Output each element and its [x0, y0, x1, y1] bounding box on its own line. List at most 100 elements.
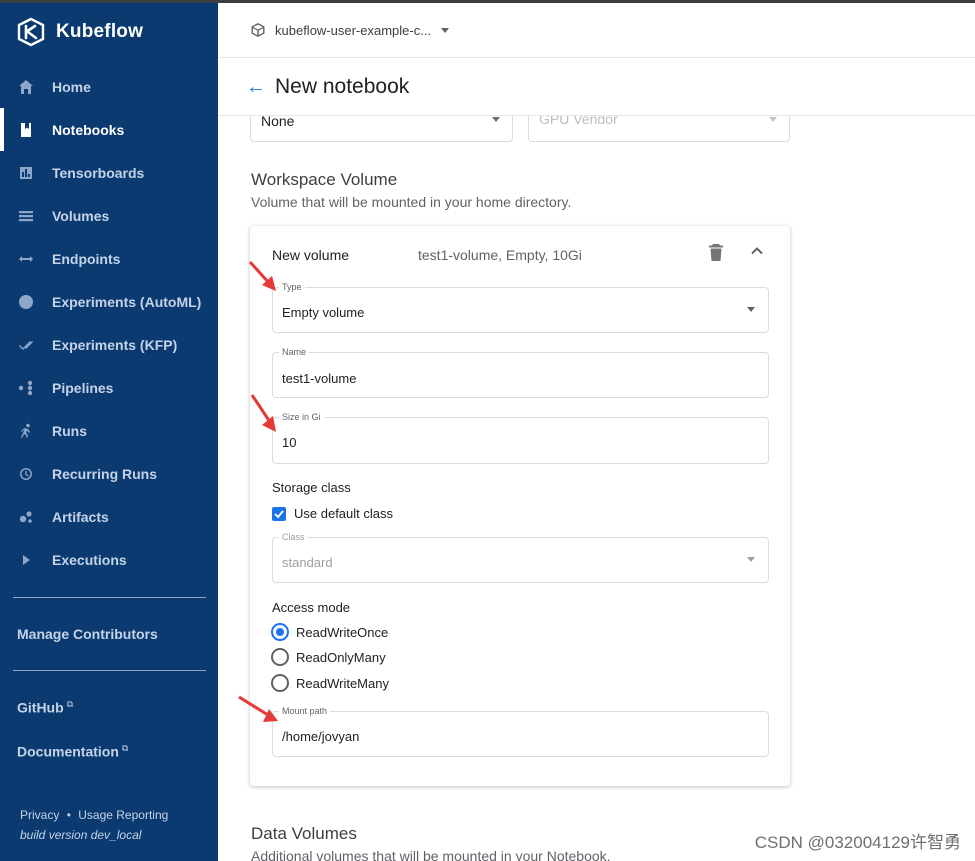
gpu-number-select[interactable]: None — [250, 116, 513, 142]
notebook-icon — [17, 121, 35, 139]
chevron-down-icon — [769, 117, 777, 122]
sidebar-item-volumes[interactable]: Volumes — [0, 194, 218, 237]
annotation-arrow-icon — [238, 695, 278, 722]
sidebar-item-label: Pipelines — [52, 379, 114, 396]
sidebar-item-label: Tensorboards — [52, 164, 145, 181]
sidebar-item-label: Experiments (KFP) — [52, 336, 178, 353]
annotation-arrow-icon — [248, 260, 276, 291]
volume-type-select[interactable]: Type Empty volume — [272, 282, 769, 333]
radio-unselected-icon — [271, 648, 289, 666]
cube-icon — [251, 23, 265, 37]
size-value: 10 — [282, 435, 297, 450]
watermark: CSDN @032004129许智勇 — [754, 833, 961, 852]
class-value: standard — [282, 555, 333, 570]
home-icon — [17, 78, 35, 96]
play-icon — [17, 551, 35, 569]
data-volumes-subtitle: Additional volumes that will be mounted … — [251, 848, 611, 861]
workspace-volume-subtitle: Volume that will be mounted in your home… — [251, 194, 572, 210]
sidebar-item-pipelines[interactable]: Pipelines — [0, 366, 218, 409]
sidebar-item-recurring-runs[interactable]: Recurring Runs — [0, 452, 218, 495]
brand[interactable]: Kubeflow — [16, 17, 143, 47]
radio-unselected-icon — [271, 674, 289, 692]
sidebar-item-label: Executions — [52, 551, 127, 568]
mount-path-input[interactable]: Mount path /home/jovyan — [272, 706, 769, 757]
type-value: Empty volume — [282, 305, 365, 320]
sidebar-item-runs[interactable]: Runs — [0, 409, 218, 452]
class-label: Class — [279, 532, 308, 542]
volume-name-input[interactable]: Name test1-volume — [272, 347, 769, 398]
checkmark-icon — [272, 506, 286, 521]
sidebar: Kubeflow Home Notebooks Tensorboards Vol… — [0, 3, 218, 861]
sidebar-item-experiments-automl[interactable]: Experiments (AutoML) — [0, 280, 218, 323]
sidebar-divider — [13, 597, 206, 598]
gpu-vendor-select[interactable]: GPU Vendor — [528, 116, 790, 142]
list-icon — [17, 207, 35, 225]
access-mode-radio-readonlymany[interactable]: ReadOnlyMany — [271, 648, 386, 666]
sidebar-item-experiments-kfp[interactable]: Experiments (KFP) — [0, 323, 218, 366]
data-volumes-title: Data Volumes — [251, 824, 357, 843]
chevron-down-icon — [441, 27, 450, 33]
sidebar-item-label: Notebooks — [52, 121, 125, 138]
access-mode-option: ReadWriteOnce — [296, 624, 389, 640]
footer-dot: • — [66, 808, 71, 822]
namespace-name: kubeflow-user-example-c... — [275, 22, 432, 38]
sidebar-item-label: Recurring Runs — [52, 465, 158, 482]
check-icon — [17, 336, 35, 354]
name-label: Name — [279, 347, 310, 357]
trash-icon[interactable] — [708, 243, 724, 262]
size-label: Size in Gi — [279, 412, 324, 422]
github-link[interactable]: GitHub ⧉ — [17, 699, 73, 716]
documentation-link[interactable]: Documentation ⧉ — [17, 743, 128, 760]
sidebar-item-label: Volumes — [52, 207, 110, 224]
access-mode-option: ReadOnlyMany — [296, 649, 386, 665]
sidebar-nav: Home Notebooks Tensorboards Volumes Endp… — [0, 65, 218, 581]
annotation-arrow-icon — [250, 394, 276, 432]
workspace-volume-card: New volume test1-volume, Empty, 10Gi Typ… — [250, 226, 790, 786]
chart-icon — [17, 164, 35, 182]
build-version: build version dev_local — [20, 828, 142, 842]
bubbles-icon — [17, 508, 35, 526]
gpu-vendor-placeholder: GPU Vendor — [539, 116, 618, 127]
external-link-icon: ⧉ — [121, 743, 129, 753]
volume-size-input[interactable]: Size in Gi 10 — [272, 412, 769, 464]
pipeline-icon — [17, 379, 35, 397]
chevron-down-icon — [492, 117, 500, 122]
clock-icon — [17, 465, 35, 483]
sidebar-item-artifacts[interactable]: Artifacts — [0, 495, 218, 538]
sidebar-item-home[interactable]: Home — [0, 65, 218, 108]
chevron-down-icon — [747, 557, 755, 562]
page-header: ← New notebook — [218, 59, 975, 116]
storage-class-select: Class standard — [272, 532, 769, 583]
documentation-label: Documentation — [17, 743, 119, 760]
volume-name-heading[interactable]: New volume — [272, 247, 349, 263]
brand-name: Kubeflow — [56, 21, 144, 42]
access-mode-radio-readwritemany[interactable]: ReadWriteMany — [271, 674, 389, 692]
sidebar-item-executions[interactable]: Executions — [0, 538, 218, 581]
radio-selected-icon — [271, 623, 289, 641]
volume-summary: test1-volume, Empty, 10Gi — [418, 247, 582, 263]
kubeflow-logo-icon — [17, 17, 45, 47]
sidebar-item-notebooks[interactable]: Notebooks — [0, 108, 218, 151]
sidebar-item-tensorboards[interactable]: Tensorboards — [0, 151, 218, 194]
namespace-selector[interactable]: kubeflow-user-example-c... — [218, 3, 975, 58]
use-default-class-label: Use default class — [294, 506, 393, 521]
use-default-class-checkbox[interactable]: Use default class — [272, 506, 393, 521]
sidebar-divider — [13, 670, 206, 671]
external-link-icon: ⧉ — [66, 699, 74, 709]
arrows-icon — [17, 250, 35, 268]
mount-path-label: Mount path — [279, 706, 331, 716]
sidebar-item-label: Endpoints — [52, 250, 121, 267]
type-label: Type — [279, 282, 305, 292]
manage-contributors-link[interactable]: Manage Contributors — [17, 626, 158, 642]
back-arrow-icon[interactable]: ← — [246, 76, 266, 99]
chevron-up-icon[interactable] — [750, 244, 764, 258]
chevron-down-icon — [747, 307, 755, 312]
access-mode-radio-readwriteonce[interactable]: ReadWriteOnce — [271, 623, 388, 641]
form-content: None GPU Vendor Workspace Volume Volume … — [218, 116, 975, 861]
sidebar-item-endpoints[interactable]: Endpoints — [0, 237, 218, 280]
usage-reporting-link[interactable]: Usage Reporting — [78, 808, 168, 822]
footer-links: Privacy • Usage Reporting — [20, 808, 168, 822]
privacy-link[interactable]: Privacy — [20, 808, 59, 822]
compass-icon — [17, 293, 35, 311]
gpu-number-value: None — [261, 116, 295, 129]
